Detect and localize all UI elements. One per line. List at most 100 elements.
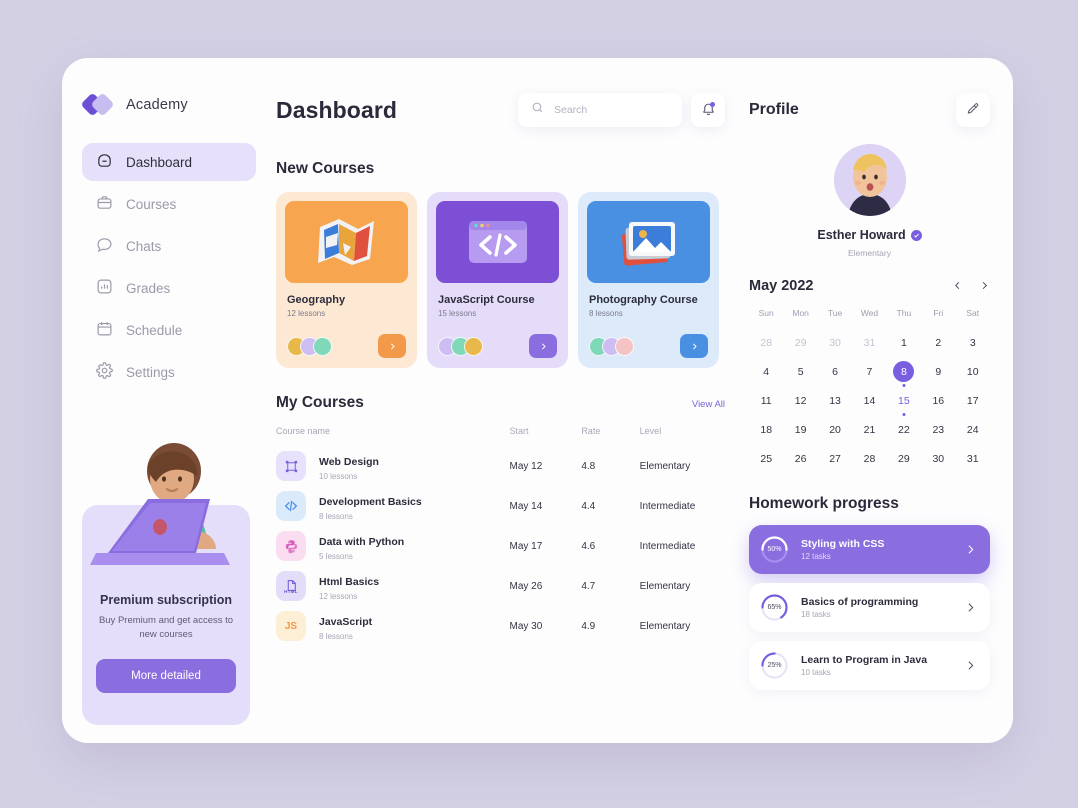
calendar-day-number: 29 bbox=[794, 336, 807, 349]
calendar-day-cell[interactable]: 11 bbox=[749, 386, 783, 415]
calendar-day-number: 29 bbox=[898, 452, 910, 465]
calendar-day-number: 23 bbox=[932, 423, 945, 436]
calendar-next-button[interactable] bbox=[979, 279, 990, 294]
calendar-day-cell[interactable]: 19 bbox=[783, 415, 817, 444]
sidebar-item-label: Chats bbox=[126, 238, 162, 254]
calendar-day-cell[interactable]: 9 bbox=[921, 357, 955, 386]
chevron-right-icon bbox=[964, 601, 977, 614]
calendar-day-cell[interactable]: 28 bbox=[749, 328, 783, 357]
sidebar-item-dashboard[interactable]: Dashboard bbox=[82, 143, 256, 181]
new-courses-title: New Courses bbox=[276, 160, 375, 177]
edit-profile-button[interactable] bbox=[956, 93, 990, 127]
course-open-button[interactable] bbox=[378, 334, 406, 358]
topbar-actions bbox=[518, 93, 725, 127]
sidebar-item-chats[interactable]: Chats bbox=[82, 227, 256, 265]
search-box[interactable] bbox=[518, 93, 682, 127]
calendar-day-cell[interactable]: 20 bbox=[818, 415, 852, 444]
calendar-day-number: 22 bbox=[898, 423, 910, 436]
course-card-photography[interactable]: Photography Course 8 lessons bbox=[578, 192, 719, 368]
calendar-day-cell[interactable]: 18 bbox=[749, 415, 783, 444]
table-row[interactable]: Development Basics 8 lessons May 14 4.4 … bbox=[276, 486, 725, 526]
table-row[interactable]: HTML Html Basics 12 lessons May 26 4.7 E… bbox=[276, 566, 725, 606]
table-row[interactable]: Web Design 10 lessons May 12 4.8 Element… bbox=[276, 446, 725, 486]
profile-avatar[interactable] bbox=[833, 144, 906, 216]
cell-rate: 4.7 bbox=[581, 580, 596, 592]
sidebar-item-courses[interactable]: Courses bbox=[82, 185, 256, 223]
calendar-day-cell[interactable]: 25 bbox=[749, 444, 783, 473]
weekday-label: Fri bbox=[933, 308, 944, 318]
search-input[interactable] bbox=[554, 104, 669, 116]
calendar-day-number: 17 bbox=[966, 394, 979, 407]
calendar-day-cell[interactable]: 5 bbox=[783, 357, 817, 386]
notifications-button[interactable] bbox=[691, 93, 725, 127]
course-card-javascript[interactable]: JavaScript Course 15 lessons bbox=[427, 192, 568, 368]
calendar-day-cell[interactable]: 27 bbox=[818, 444, 852, 473]
calendar-day-number: 24 bbox=[966, 423, 979, 436]
calendar-day-cell[interactable]: 29 bbox=[887, 444, 921, 473]
calendar-day-cell[interactable]: 10 bbox=[956, 357, 990, 386]
calendar-day-cell[interactable]: 13 bbox=[818, 386, 852, 415]
profile-level: Elementary bbox=[848, 248, 891, 258]
course-open-button[interactable] bbox=[529, 334, 557, 358]
calendar-day-number: 4 bbox=[763, 365, 770, 378]
my-courses-title: My Courses bbox=[276, 394, 364, 411]
cell-level: Intermediate bbox=[639, 500, 696, 512]
table-row[interactable]: Data with Python 5 lessons May 17 4.6 In… bbox=[276, 526, 725, 566]
brand-logo[interactable]: Academy bbox=[80, 92, 256, 117]
calendar-day-cell[interactable]: 8 bbox=[887, 357, 921, 387]
cell-course-name: HTML Html Basics 12 lessons bbox=[276, 566, 509, 606]
calendar-prev-button[interactable] bbox=[952, 279, 963, 294]
calendar-day-cell[interactable]: 22 bbox=[887, 415, 921, 444]
course-lessons: 12 lessons bbox=[319, 591, 358, 601]
calendar-day-cell[interactable]: 17 bbox=[956, 386, 990, 415]
progress-percent: 65% bbox=[767, 604, 782, 611]
calendar-day-cell[interactable]: 23 bbox=[921, 415, 955, 444]
calendar-day-cell[interactable]: 30 bbox=[921, 444, 955, 473]
photos-icon bbox=[587, 201, 710, 283]
course-card-geography[interactable]: Geography 12 lessons bbox=[276, 192, 417, 368]
calendar-day-cell[interactable]: 12 bbox=[783, 386, 817, 415]
python-icon bbox=[276, 531, 306, 561]
calendar-day-cell[interactable]: 7 bbox=[852, 357, 886, 386]
chevron-right-icon bbox=[964, 543, 977, 556]
frame-icon bbox=[276, 451, 306, 481]
calendar-day-cell[interactable]: 1 bbox=[887, 328, 921, 357]
bar-chart-icon bbox=[96, 278, 113, 298]
calendar-day-cell[interactable]: 30 bbox=[818, 328, 852, 357]
calendar-day-cell[interactable]: 2 bbox=[921, 328, 955, 357]
search-icon bbox=[531, 101, 544, 119]
calendar-day-cell[interactable]: 26 bbox=[783, 444, 817, 473]
homework-item-basics-of-programming[interactable]: 65% Basics of programming 18 tasks bbox=[749, 583, 990, 632]
calendar-day-cell[interactable]: 31 bbox=[852, 328, 886, 357]
sidebar-item-schedule[interactable]: Schedule bbox=[82, 311, 256, 349]
calendar-day-cell[interactable]: 6 bbox=[818, 357, 852, 386]
app-window: Academy Dashboard Courses Chats Grades S… bbox=[62, 58, 1013, 743]
premium-subscription-card: Premium subscription Buy Premium and get… bbox=[82, 443, 250, 725]
progress-percent: 25% bbox=[767, 662, 782, 669]
sidebar-item-settings[interactable]: Settings bbox=[82, 353, 256, 391]
view-all-link[interactable]: View All bbox=[692, 399, 725, 410]
cell-course-name: Development Basics 8 lessons bbox=[276, 486, 509, 526]
premium-title: Premium subscription bbox=[100, 593, 232, 607]
homework-item-styling-with-css[interactable]: 50% Styling with CSS 12 tasks bbox=[749, 525, 990, 574]
homework-item-learn-to-program-in-java[interactable]: 25% Learn to Program in Java 10 tasks bbox=[749, 641, 990, 690]
calendar-day-cell[interactable]: 28 bbox=[852, 444, 886, 473]
calendar-day-cell[interactable]: 31 bbox=[956, 444, 990, 473]
sidebar: Academy Dashboard Courses Chats Grades S… bbox=[62, 58, 276, 743]
course-open-button[interactable] bbox=[680, 334, 708, 358]
profile-title: Profile bbox=[749, 101, 799, 118]
cell-level: Intermediate bbox=[639, 540, 696, 552]
table-row[interactable]: JS JavaScript 8 lessons May 30 4.9 Eleme… bbox=[276, 606, 725, 646]
calendar-nav bbox=[952, 279, 990, 294]
calendar-week-row: 11 12 13 14 15 16 17 bbox=[749, 386, 990, 416]
calendar-day-cell[interactable]: 21 bbox=[852, 415, 886, 444]
calendar-day-cell[interactable]: 24 bbox=[956, 415, 990, 444]
calendar-day-cell[interactable]: 15 bbox=[887, 386, 921, 416]
calendar-day-cell[interactable]: 4 bbox=[749, 357, 783, 386]
sidebar-item-grades[interactable]: Grades bbox=[82, 269, 256, 307]
calendar-day-cell[interactable]: 14 bbox=[852, 386, 886, 415]
calendar-day-cell[interactable]: 16 bbox=[921, 386, 955, 415]
calendar-day-cell[interactable]: 29 bbox=[783, 328, 817, 357]
more-detailed-button[interactable]: More detailed bbox=[96, 658, 236, 693]
calendar-day-cell[interactable]: 3 bbox=[956, 328, 990, 357]
